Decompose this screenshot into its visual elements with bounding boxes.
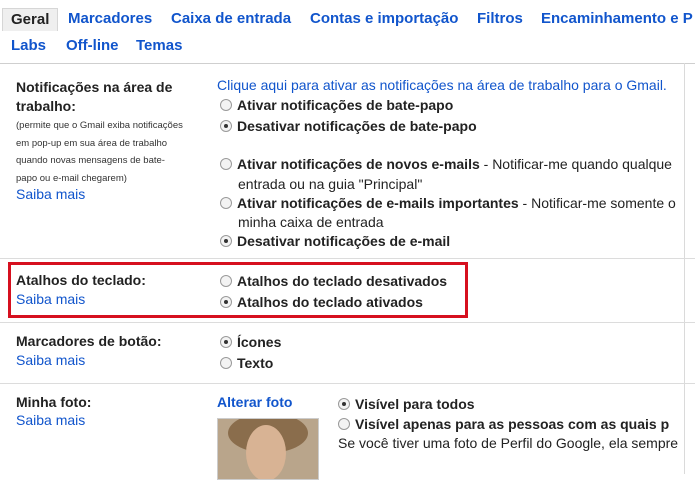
notifications-help-line: quando novas mensagens de bate- [16, 155, 165, 166]
settings-tabs-row-1: Geral Marcadores Caixa de entrada Contas… [0, 8, 695, 34]
notifications-learn-more-link[interactable]: Saiba mais [16, 186, 85, 202]
tab-offline[interactable]: Off-line [66, 35, 119, 57]
section-divider [0, 258, 695, 259]
section-divider [0, 383, 695, 384]
important-mail-description-continued: minha caixa de entrada [238, 214, 384, 230]
settings-tabs-row-2: Labs Off-line Temas [0, 35, 695, 57]
tab-labels[interactable]: Marcadores [68, 8, 152, 30]
notifications-help-line: em pop-up em sua área de trabalho [16, 137, 168, 149]
option-label: Visível para todos [355, 396, 475, 412]
tab-inbox[interactable]: Caixa de entrada [171, 8, 291, 30]
option-label: Ativar notificações de novos e-mails [237, 156, 480, 172]
notifications-label: Notificações na área de trabalho: [16, 79, 173, 114]
button-labels-icons-option[interactable]: Ícones [220, 333, 281, 352]
option-label: Desativar notificações de e-mail [237, 233, 451, 249]
change-photo-link[interactable]: Alterar foto [217, 394, 292, 410]
new-mail-description-continued: entrada ou na guia "Principal" [238, 176, 423, 192]
button-labels-label: Marcadores de botão: [16, 333, 162, 349]
new-mail-notifications-option[interactable]: Ativar notificações de novos e-mails - N… [220, 155, 672, 174]
option-label: Desativar notificações de bate-papo [237, 118, 477, 134]
button-labels-text-option[interactable]: Texto [220, 354, 273, 373]
option-label: Ativar notificações de bate-papo [237, 97, 454, 113]
option-description: - Notificar-me somente o [518, 195, 676, 211]
tab-accounts-import[interactable]: Contas e importação [310, 8, 458, 30]
photo-visible-some-option[interactable]: Visível apenas para as pessoas com as qu… [338, 415, 669, 434]
tabs-divider [0, 63, 695, 64]
notifications-help-line: (permite que o Gmail exiba notificações [16, 120, 183, 131]
enable-desktop-notifications-link[interactable]: Clique aqui para ativar as notificações … [217, 77, 667, 93]
chat-notifications-off-option[interactable]: Desativar notificações de bate-papo [220, 117, 477, 136]
tab-themes[interactable]: Temas [136, 35, 182, 57]
option-label: Ícones [237, 334, 282, 350]
radio-button[interactable] [220, 357, 232, 369]
notifications-help-line: papo ou e-mail chegarem) [16, 172, 127, 184]
radio-button[interactable] [338, 418, 350, 430]
option-label: Visível apenas para as pessoas com as qu… [355, 416, 670, 432]
highlight-box [8, 262, 468, 318]
tab-forwarding[interactable]: Encaminhamento e P [541, 8, 693, 30]
option-label: Texto [237, 355, 274, 371]
radio-button-checked[interactable] [220, 235, 232, 247]
radio-button[interactable] [220, 99, 232, 111]
radio-button-checked[interactable] [220, 120, 232, 132]
tab-general[interactable]: Geral [2, 8, 59, 31]
radio-button[interactable] [220, 197, 232, 209]
button-labels-learn-more-link[interactable]: Saiba mais [16, 352, 85, 368]
photo-note: Se você tiver uma foto de Perfil do Goog… [338, 435, 679, 451]
mail-notifications-off-option[interactable]: Desativar notificações de e-mail [220, 232, 450, 251]
panel-right-border [684, 63, 685, 474]
profile-photo [217, 418, 319, 480]
photo-face [246, 425, 286, 479]
tab-filters[interactable]: Filtros [477, 8, 523, 30]
tab-labs[interactable]: Labs [11, 35, 46, 57]
option-label: Ativar notificações de e-mails important… [237, 195, 519, 211]
photo-visible-all-option[interactable]: Visível para todos [338, 395, 475, 414]
my-photo-label: Minha foto: [16, 394, 92, 410]
chat-notifications-on-option[interactable]: Ativar notificações de bate-papo [220, 96, 453, 115]
my-photo-learn-more-link[interactable]: Saiba mais [16, 412, 85, 428]
radio-button-checked[interactable] [338, 398, 350, 410]
important-mail-notifications-option[interactable]: Ativar notificações de e-mails important… [220, 194, 676, 213]
notifications-help: (permite que o Gmail exiba notificações … [16, 117, 206, 187]
option-description: - Notificar-me quando qualque [479, 156, 672, 172]
section-divider [0, 322, 695, 323]
radio-button[interactable] [220, 158, 232, 170]
radio-button-checked[interactable] [220, 336, 232, 348]
